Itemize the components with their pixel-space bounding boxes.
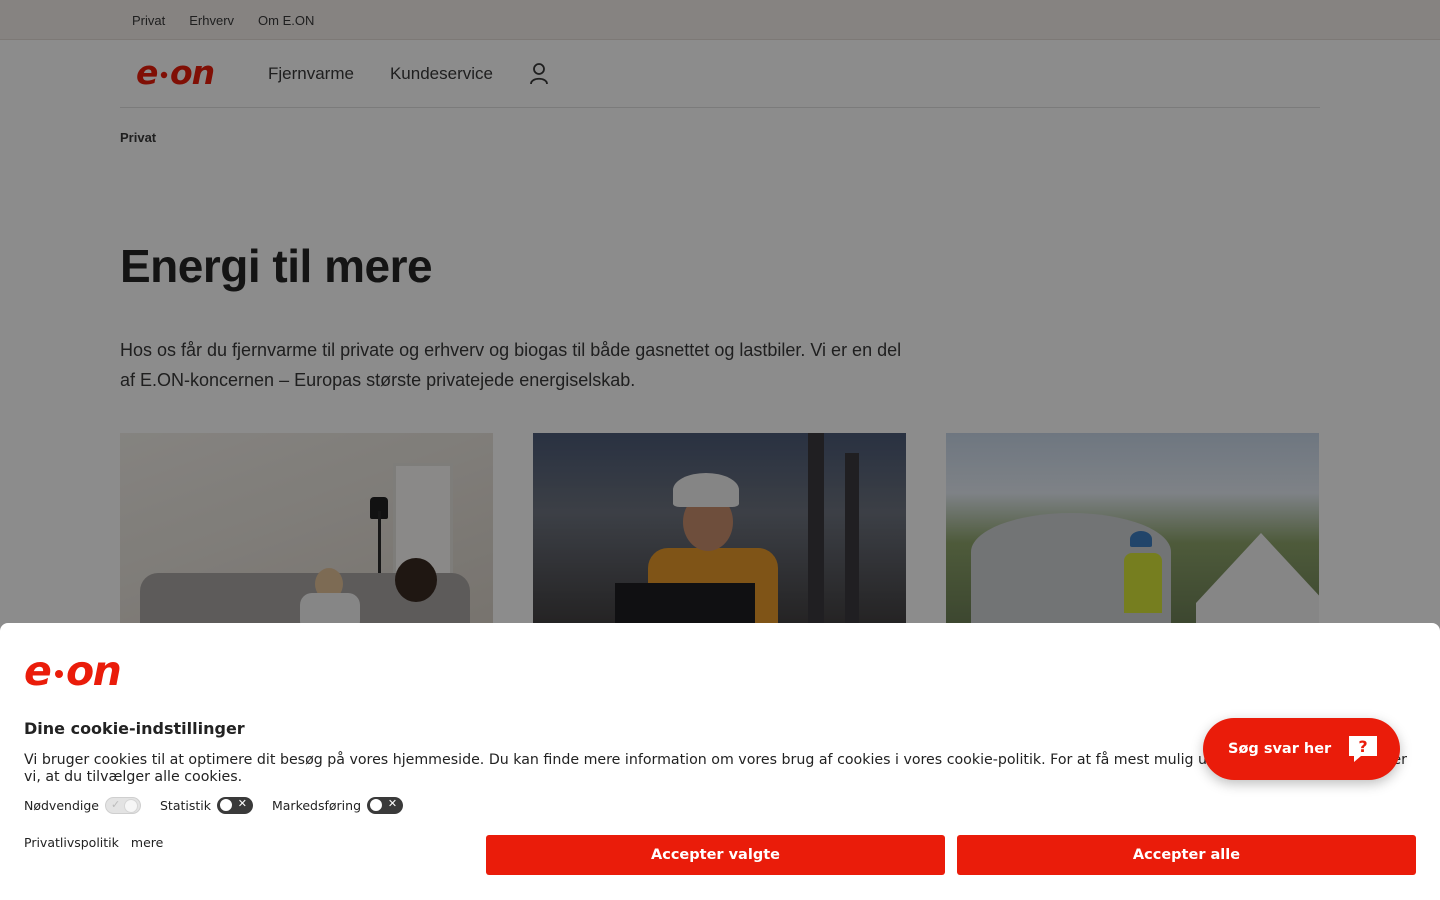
x-icon: ✕: [237, 797, 247, 810]
eon-logo-icon: e on: [24, 647, 122, 695]
svg-text:on: on: [66, 653, 120, 691]
marketing-toggle[interactable]: ✕: [367, 797, 404, 814]
toggle-group-statistics: Statistik ✕: [160, 797, 253, 814]
privacy-policy-link[interactable]: Privatlivspolitik: [24, 835, 119, 850]
question-bubble-icon: ?: [1347, 734, 1379, 764]
toggle-label-statistics: Statistik: [159, 798, 211, 813]
check-icon: ✓: [110, 798, 121, 811]
accept-all-button[interactable]: Accepter alle: [957, 835, 1416, 875]
toggle-label-marketing: Markedsføring: [271, 798, 362, 813]
statistics-toggle[interactable]: ✕: [216, 797, 253, 814]
accept-selected-button[interactable]: Accepter valgte: [486, 835, 945, 875]
cookie-toggles: Nødvendige ✓ Statistik ✕ Markedsføring ✕: [24, 797, 1416, 814]
x-icon: ✕: [387, 797, 398, 810]
svg-text:?: ?: [1359, 737, 1368, 756]
toggle-group-necessary: Nødvendige ✓: [24, 797, 141, 814]
svg-text:e: e: [24, 653, 51, 691]
help-chat-button[interactable]: Søg svar her ?: [1203, 718, 1400, 780]
more-link[interactable]: mere: [131, 835, 163, 850]
toggle-group-marketing: Markedsføring ✕: [271, 797, 404, 814]
help-label: Søg svar her: [1228, 741, 1332, 757]
necessary-toggle: ✓: [104, 797, 141, 814]
toggle-label-necessary: Nødvendige: [24, 798, 99, 813]
cookie-actions: Privatlivspolitik mere Accepter valgte A…: [24, 835, 1416, 875]
